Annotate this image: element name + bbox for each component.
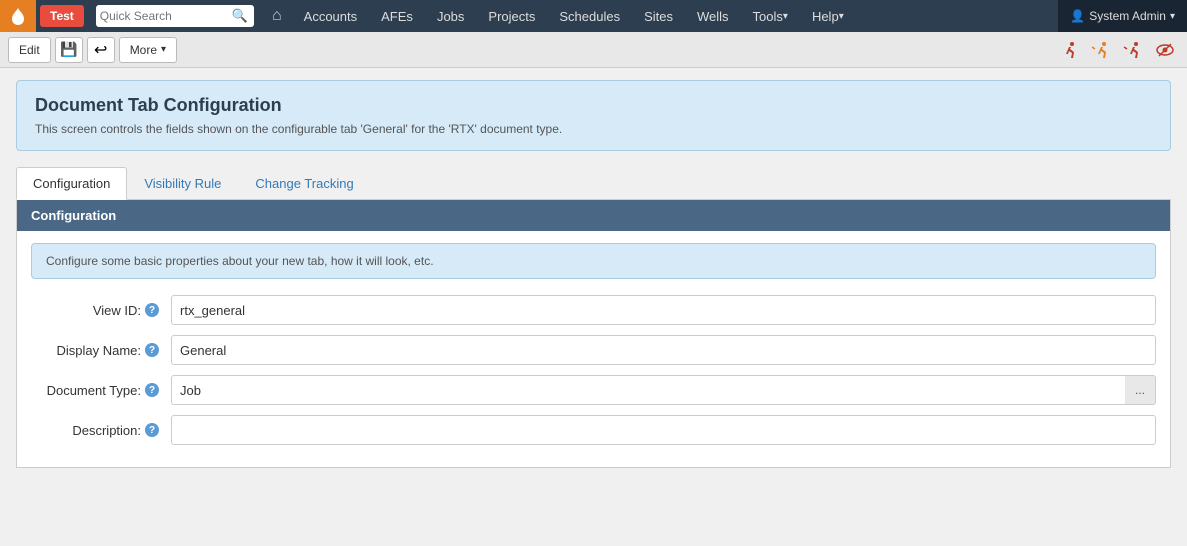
edit-button[interactable]: Edit: [8, 37, 51, 63]
section-header: Configuration: [17, 200, 1170, 231]
configuration-panel: Configuration Configure some basic prope…: [16, 200, 1171, 468]
page-title: Document Tab Configuration: [35, 95, 1152, 116]
view-id-input[interactable]: [171, 295, 1156, 325]
search-button[interactable]: 🔍: [230, 8, 250, 24]
save-button[interactable]: 💾: [55, 37, 83, 63]
tab-bar: Configuration Visibility Rule Change Tra…: [16, 167, 1171, 200]
document-type-row: Document Type: ? ...: [31, 375, 1156, 405]
user-icon: 👤: [1070, 9, 1085, 23]
display-name-label: Display Name: ?: [31, 343, 171, 358]
nav-jobs[interactable]: Jobs: [425, 0, 476, 32]
page-description: This screen controls the fields shown on…: [35, 122, 1152, 136]
display-name-help-icon[interactable]: ?: [145, 343, 159, 357]
document-type-input[interactable]: [171, 375, 1125, 405]
nav-afes[interactable]: AFEs: [369, 0, 425, 32]
description-label: Description: ?: [31, 423, 171, 438]
runner-orange-icon[interactable]: [1087, 37, 1115, 63]
main-content: Document Tab Configuration This screen c…: [0, 68, 1187, 480]
brand-logo: [0, 0, 36, 32]
tab-configuration[interactable]: Configuration: [16, 167, 127, 200]
eye-icon[interactable]: [1151, 37, 1179, 63]
section-body: Configure some basic properties about yo…: [17, 231, 1170, 467]
user-menu[interactable]: 👤 System Admin: [1058, 0, 1187, 32]
description-row: Description: ?: [31, 415, 1156, 445]
search-box[interactable]: 🔍: [96, 5, 254, 27]
save-icon: 💾: [60, 41, 77, 58]
nav-tools[interactable]: Tools: [741, 0, 800, 32]
more-button[interactable]: More ▾: [119, 37, 177, 63]
nav-menu: Accounts AFEs Jobs Projects Schedules Si…: [292, 0, 1059, 32]
view-id-label: View ID: ?: [31, 303, 171, 318]
discard-icon: ↩: [94, 40, 107, 60]
view-id-row: View ID: ?: [31, 295, 1156, 325]
nav-accounts[interactable]: Accounts: [292, 0, 369, 32]
page-info-box: Document Tab Configuration This screen c…: [16, 80, 1171, 151]
top-navbar: Test 🔍 ⌂ Accounts AFEs Jobs Projects Sch…: [0, 0, 1187, 32]
description-input[interactable]: [171, 415, 1156, 445]
document-type-field-group: ...: [171, 375, 1156, 405]
tab-change-tracking[interactable]: Change Tracking: [238, 167, 370, 199]
user-label: System Admin: [1089, 9, 1166, 23]
search-input[interactable]: [100, 9, 230, 23]
more-label: More: [130, 43, 157, 57]
nav-sites[interactable]: Sites: [632, 0, 685, 32]
display-name-input[interactable]: [171, 335, 1156, 365]
toolbar: Edit 💾 ↩ More ▾: [0, 32, 1187, 68]
content-wrapper: Document Tab Configuration This screen c…: [0, 68, 1187, 534]
runner-red-icon-2[interactable]: [1119, 37, 1147, 63]
tab-visibility-rule[interactable]: Visibility Rule: [127, 167, 238, 199]
view-id-help-icon[interactable]: ?: [145, 303, 159, 317]
runner-red-icon-1[interactable]: [1055, 37, 1083, 63]
nav-wells[interactable]: Wells: [685, 0, 741, 32]
toolbar-right-icons: [1055, 37, 1179, 63]
document-type-label: Document Type: ?: [31, 383, 171, 398]
environment-badge: Test: [40, 5, 84, 27]
document-type-help-icon[interactable]: ?: [145, 383, 159, 397]
more-arrow-icon: ▾: [161, 44, 166, 55]
config-info-text: Configure some basic properties about yo…: [31, 243, 1156, 279]
nav-help[interactable]: Help: [800, 0, 856, 32]
nav-schedules[interactable]: Schedules: [547, 0, 632, 32]
description-help-icon[interactable]: ?: [145, 423, 159, 437]
nav-projects[interactable]: Projects: [476, 0, 547, 32]
display-name-row: Display Name: ?: [31, 335, 1156, 365]
home-link[interactable]: ⌂: [262, 7, 292, 25]
document-type-pick-button[interactable]: ...: [1125, 375, 1156, 405]
discard-button[interactable]: ↩: [87, 37, 115, 63]
